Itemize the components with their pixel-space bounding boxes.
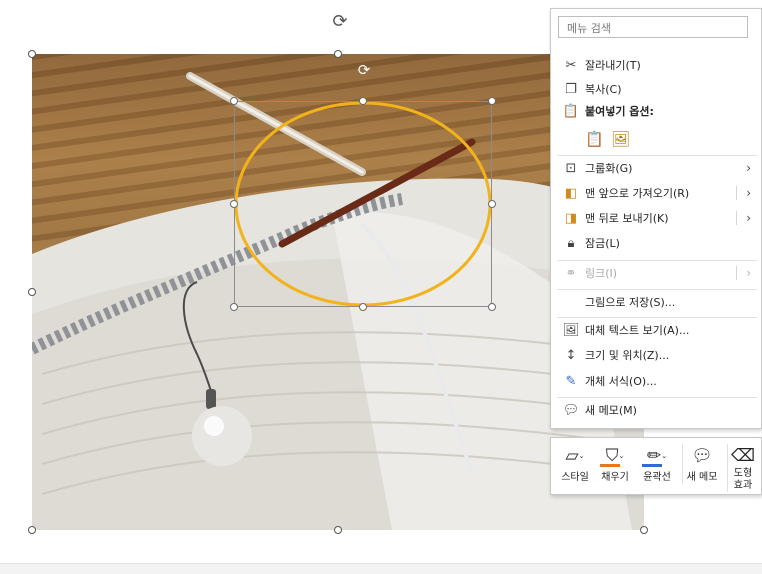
menu-item-save-as-picture[interactable]: 그림으로 저장(S)... — [551, 290, 762, 314]
eraser-icon: ⌫ — [730, 446, 756, 466]
shape-selection-frame[interactable] — [234, 101, 492, 307]
link-icon: ⚭ — [565, 265, 577, 281]
pen-outline-icon: ✏⌄ — [639, 444, 675, 468]
clipboard-icon: 📋 — [562, 103, 580, 119]
paste-keep-source-icon[interactable]: 📋 — [584, 129, 604, 149]
menu-item-lock[interactable]: 🔒︎ 잠금(L) — [551, 231, 762, 255]
chevron-right-icon: › — [746, 266, 751, 280]
shape-effects-label-2: 효과 — [733, 480, 753, 491]
menu-item-label: 복사(C) — [585, 83, 622, 96]
submenu-divider — [736, 186, 737, 200]
mini-toolbar: ▱⌄ 스타일 ⛉⌄ 채우기 ✏⌄ 윤곽선 💬︎ 새 메모 ⌫ 도형 효과 — [550, 437, 762, 495]
new-note-label: 새 메모 — [686, 472, 718, 483]
menu-item-link: ⚭ 링크(I) › — [551, 261, 762, 285]
shape-handle-top-left[interactable] — [230, 97, 238, 105]
group-icon: ⊡ — [565, 160, 577, 176]
resize-handle-top-left[interactable] — [28, 50, 36, 58]
menu-item-label: 붙여넣기 옵션: — [585, 105, 654, 118]
context-menu: 메뉴 검색 ✂ 잘라내기(T) ❐ 복사(C) 📋 붙여넣기 옵션: 📋 🖼 ⊡… — [550, 8, 762, 429]
menu-item-label: 그룹화(G) — [585, 162, 633, 175]
fill-label: 채우기 — [601, 472, 629, 483]
menu-item-label: 개체 서식(O)... — [585, 375, 657, 388]
comment-add-icon: 💬︎ — [562, 402, 580, 418]
shape-effects-label-1: 도형 — [733, 468, 753, 479]
menu-item-label: 대체 텍스트 보기(A)... — [585, 324, 690, 337]
menu-item-paste-options: 📋 붙여넣기 옵션: — [551, 99, 762, 123]
menu-item-size-position[interactable]: ↕ 크기 및 위치(Z)... — [551, 343, 762, 367]
chevron-right-icon: › — [746, 161, 751, 175]
resize-handle-bottom-right[interactable] — [640, 526, 648, 534]
lock-icon: 🔒︎ — [567, 235, 575, 251]
resize-handle-bottom[interactable] — [334, 526, 342, 534]
menu-item-send-back[interactable]: ◨ 맨 뒤로 보내기(K) › — [551, 206, 762, 230]
resize-handle-left[interactable] — [28, 288, 36, 296]
shape-rotate-icon[interactable]: ⟳ — [355, 61, 373, 79]
menu-item-label: 맨 앞으로 가져오기(R) — [585, 187, 690, 200]
shape-style-icon: ▱⌄ — [565, 446, 585, 466]
menu-search-input[interactable]: 메뉴 검색 — [558, 16, 748, 38]
submenu-divider — [736, 211, 737, 225]
outline-color-bar — [642, 464, 662, 467]
bring-front-icon: ◧ — [564, 185, 578, 201]
menu-item-label: 맨 뒤로 보내기(K) — [585, 212, 669, 225]
alt-text-icon: 🖼 — [562, 322, 580, 338]
send-back-icon: ◨ — [564, 210, 578, 226]
menu-item-label: 잠금(L) — [585, 237, 620, 250]
style-button[interactable]: ▱⌄ 스타일 — [557, 444, 593, 484]
rotate-icon[interactable]: ⟳ — [330, 12, 350, 32]
new-note-button[interactable]: 💬︎ 새 메모 — [682, 444, 721, 484]
chevron-right-icon[interactable]: › — [746, 211, 751, 225]
shape-handle-top-right[interactable] — [488, 97, 496, 105]
comment-add-icon: 💬︎ — [691, 446, 713, 466]
menu-item-alt-text[interactable]: 🖼 대체 텍스트 보기(A)... — [551, 318, 762, 342]
outline-label: 윤곽선 — [643, 472, 671, 483]
submenu-divider — [736, 266, 737, 280]
menu-item-label: 그림으로 저장(S)... — [585, 296, 676, 309]
paste-as-picture-icon[interactable]: 🖼 — [610, 129, 630, 149]
chevron-right-icon[interactable]: › — [746, 186, 751, 200]
menu-item-label: 잘라내기(T) — [585, 59, 641, 72]
menu-item-bring-front[interactable]: ◧ 맨 앞으로 가져오기(R) › — [551, 181, 762, 205]
shape-handle-bottom-left[interactable] — [230, 303, 238, 311]
shape-handle-bottom[interactable] — [359, 303, 367, 311]
shape-handle-left[interactable] — [230, 200, 238, 208]
resize-handle-bottom-left[interactable] — [28, 526, 36, 534]
fill-button[interactable]: ⛉⌄ 채우기 — [597, 444, 633, 484]
menu-item-copy[interactable]: ❐ 복사(C) — [551, 77, 762, 101]
shape-handle-bottom-right[interactable] — [488, 303, 496, 311]
shape-effects-button[interactable]: ⌫ 도형 효과 — [727, 444, 758, 492]
outline-button[interactable]: ✏⌄ 윤곽선 — [639, 444, 675, 484]
style-label: 스타일 — [561, 472, 589, 483]
menu-item-new-note[interactable]: 💬︎ 새 메모(M) — [551, 398, 762, 422]
shape-handle-right[interactable] — [488, 200, 496, 208]
menu-item-label: 새 메모(M) — [585, 404, 637, 417]
menu-item-format-object[interactable]: ✎ 개체 서식(O)... — [551, 369, 762, 393]
size-position-icon: ↕ — [565, 347, 577, 363]
format-paint-icon: ✎ — [565, 373, 577, 389]
shape-handle-top[interactable] — [359, 97, 367, 105]
menu-item-cut[interactable]: ✂ 잘라내기(T) — [551, 53, 762, 77]
paste-options-group: 📋 🖼 — [584, 129, 630, 149]
resize-handle-top[interactable] — [334, 50, 342, 58]
menu-item-label: 링크(I) — [585, 267, 618, 280]
copy-icon: ❐ — [565, 81, 577, 97]
menu-item-label: 크기 및 위치(Z)... — [585, 349, 670, 362]
menu-item-group[interactable]: ⊡ 그룹화(G) › — [551, 156, 762, 180]
fill-color-bar — [600, 464, 620, 467]
status-bar — [0, 563, 762, 574]
paint-bucket-icon: ⛉⌄ — [597, 444, 633, 468]
scissors-icon: ✂ — [565, 57, 577, 73]
